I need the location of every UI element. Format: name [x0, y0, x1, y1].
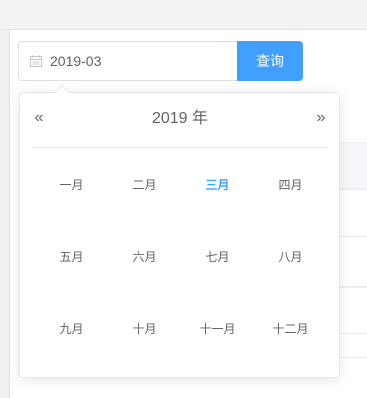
month-grid: 一月 二月 三月 四月 五月 六月 七月 八月 九月 十月 十一月 十二月 [35, 148, 327, 364]
month-picker-panel: « 2019 年 » 一月 二月 三月 四月 五月 六月 七月 八月 九月 十月… [19, 84, 340, 378]
month-picker-input[interactable]: 2019-03 [18, 41, 238, 81]
month-cell-3[interactable]: 三月 [181, 148, 254, 220]
table-row-divider [338, 333, 367, 334]
query-button[interactable]: 查询 [237, 41, 303, 81]
month-cell-8[interactable]: 八月 [254, 220, 327, 292]
year-label[interactable]: 2019 年 [32, 108, 328, 130]
table-row [338, 142, 367, 188]
double-chevron-right-icon[interactable]: » [314, 108, 328, 128]
month-cell-10[interactable]: 十月 [108, 292, 181, 364]
month-cell-5[interactable]: 五月 [35, 220, 108, 292]
popover-arrow [53, 84, 71, 102]
left-panel-divider [9, 30, 10, 398]
month-cell-1[interactable]: 一月 [35, 148, 108, 220]
month-cell-7[interactable]: 七月 [181, 220, 254, 292]
month-cell-11[interactable]: 十一月 [181, 292, 254, 364]
picker-header: « 2019 年 » [32, 105, 328, 135]
calendar-icon [30, 55, 42, 67]
month-cell-12[interactable]: 十二月 [254, 292, 327, 364]
month-cell-4[interactable]: 四月 [254, 148, 327, 220]
month-cell-9[interactable]: 九月 [35, 292, 108, 364]
table-row-divider [338, 236, 367, 237]
top-bar [0, 0, 367, 30]
table-row-divider [338, 357, 367, 358]
date-value: 2019-03 [50, 53, 102, 69]
month-cell-2[interactable]: 二月 [108, 148, 181, 220]
table-row [338, 189, 367, 236]
month-cell-6[interactable]: 六月 [108, 220, 181, 292]
table-row [338, 287, 367, 333]
